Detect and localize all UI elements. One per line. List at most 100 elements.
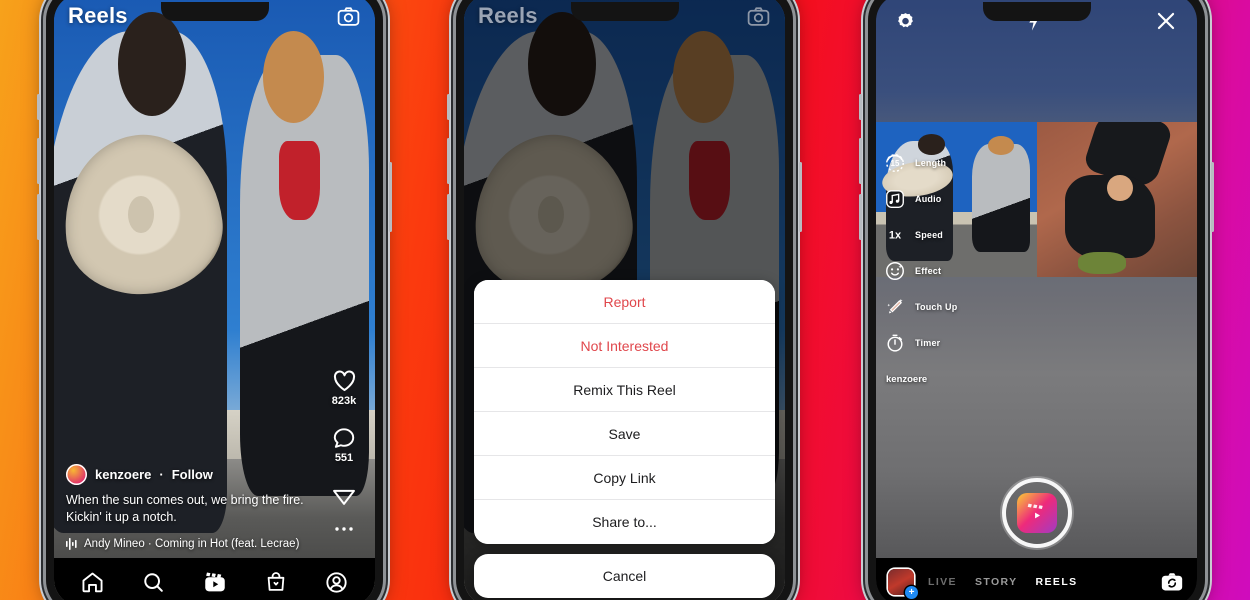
- volume-up-button[interactable]: [447, 138, 450, 184]
- like-button[interactable]: 823k: [331, 367, 358, 407]
- photo-person-right-head: [988, 135, 1015, 155]
- volume-down-button[interactable]: [37, 194, 40, 240]
- tool-length-label: Length: [915, 158, 947, 168]
- action-share-to[interactable]: Share to...: [474, 500, 775, 544]
- photo-foliage: [1078, 252, 1127, 274]
- camera-icon[interactable]: [746, 4, 771, 29]
- volume-down-button[interactable]: [859, 194, 862, 240]
- separator: ·: [159, 467, 164, 483]
- photo-person-right: [972, 143, 1031, 253]
- volume-up-button[interactable]: [37, 138, 40, 184]
- camera-mode-bar: + LIVE STORY REELS: [876, 558, 1197, 600]
- sidebar-item-home[interactable]: [80, 570, 105, 595]
- author-row[interactable]: kenzoere · Follow: [66, 464, 311, 486]
- reels-video[interactable]: Reels 823k 551 kenzoere · Follow When th…: [54, 0, 375, 600]
- gallery-picker-button[interactable]: +: [888, 569, 918, 599]
- record-button[interactable]: [1001, 478, 1072, 548]
- cancel-button[interactable]: Cancel: [474, 554, 775, 598]
- tool-speed-label: Speed: [915, 230, 944, 240]
- notch: [160, 2, 269, 21]
- flip-camera-icon[interactable]: [1159, 569, 1185, 595]
- more-options-button[interactable]: [333, 524, 355, 534]
- photo-face: [1107, 174, 1133, 202]
- action-report[interactable]: Report: [474, 280, 775, 324]
- phone-1-screen: Reels 823k 551 kenzoere · Follow When th…: [54, 0, 375, 600]
- length-dial-icon: 15: [884, 152, 906, 174]
- phone-1-reels-feed: Reels 823k 551 kenzoere · Follow When th…: [37, 0, 392, 600]
- ellipsis-icon: [333, 524, 355, 534]
- photo-sneaker-pivot: [127, 195, 154, 233]
- tool-touch-up-label: Touch Up: [915, 302, 958, 312]
- reel-meta: kenzoere · Follow When the sun comes out…: [54, 464, 323, 550]
- gallery-add-badge: +: [905, 586, 918, 599]
- action-remix-this-reel[interactable]: Remix This Reel: [474, 368, 775, 412]
- comment-icon: [331, 425, 357, 451]
- action-copy-link[interactable]: Copy Link: [474, 456, 775, 500]
- tool-timer[interactable]: Timer: [884, 332, 957, 354]
- caption-line-1: When the sun comes out, we bring the fir…: [66, 493, 304, 508]
- heart-icon: [331, 367, 358, 394]
- mute-switch[interactable]: [447, 94, 450, 120]
- mode-reels[interactable]: REELS: [1036, 576, 1078, 588]
- phone-2-action-sheet: Reels Report Not Interested Remix This R…: [447, 0, 802, 600]
- action-save[interactable]: Save: [474, 412, 775, 456]
- notch: [570, 2, 679, 21]
- power-button[interactable]: [389, 162, 392, 232]
- audio-wave-icon: [66, 538, 77, 550]
- close-icon[interactable]: [1153, 8, 1179, 34]
- timer-icon: [884, 332, 906, 354]
- speed-icon: 1x: [884, 224, 906, 246]
- share-button[interactable]: [331, 482, 357, 508]
- svg-text:1x: 1x: [889, 230, 902, 242]
- power-button[interactable]: [799, 162, 802, 232]
- follow-button[interactable]: Follow: [172, 467, 213, 482]
- tool-effect-label: Effect: [915, 266, 942, 276]
- gear-icon[interactable]: [894, 10, 917, 33]
- tool-audio[interactable]: Audio: [884, 188, 957, 210]
- page-title: Reels: [478, 3, 538, 28]
- caption-line-2: Kickin' it up a notch.: [66, 510, 177, 525]
- audio-track-row[interactable]: Andy Mineo · Coming in Hot (feat. Lecrae…: [66, 538, 311, 550]
- reels-video-dimmed: Reels Report Not Interested Remix This R…: [464, 0, 785, 600]
- touch-up-wand-icon: [884, 296, 906, 318]
- tool-effect[interactable]: Effect: [884, 260, 957, 282]
- volume-down-button[interactable]: [447, 194, 450, 240]
- send-icon: [331, 482, 357, 508]
- camera-icon[interactable]: [336, 4, 361, 29]
- sidebar-item-profile[interactable]: [324, 570, 349, 595]
- page-title: Reels: [68, 3, 128, 28]
- sidebar-item-search[interactable]: [141, 570, 166, 595]
- username[interactable]: kenzoere: [95, 467, 151, 482]
- mute-switch[interactable]: [859, 94, 862, 120]
- action-not-interested[interactable]: Not Interested: [474, 324, 775, 368]
- mode-story[interactable]: STORY: [975, 576, 1018, 588]
- clip-preview-2[interactable]: [1036, 122, 1197, 277]
- photo-person-right-head: [262, 30, 324, 123]
- phone-2-screen: Reels Report Not Interested Remix This R…: [464, 0, 785, 600]
- audio-track-label: Andy Mineo · Coming in Hot (feat. Lecrae…: [84, 538, 300, 550]
- scene-root: Reels 823k 551 kenzoere · Follow When th…: [0, 0, 1250, 600]
- phone-3-screen: x: [876, 0, 1197, 600]
- sidebar-item-reels[interactable]: [202, 569, 228, 595]
- comment-count: 551: [334, 452, 354, 464]
- tool-touch-up[interactable]: Touch Up: [884, 296, 957, 318]
- svg-text:15: 15: [891, 159, 900, 168]
- tool-length[interactable]: 15 Length: [884, 152, 957, 174]
- mode-live[interactable]: LIVE: [928, 576, 957, 588]
- sidebar-item-shop[interactable]: [264, 570, 288, 594]
- power-button[interactable]: [1211, 162, 1214, 232]
- effect-sparkle-icon: [884, 260, 906, 282]
- comment-button[interactable]: 551: [331, 425, 357, 464]
- phone-3-reels-camera: x: [859, 0, 1214, 600]
- camera-viewfinder[interactable]: x: [876, 0, 1197, 600]
- tool-audio-label: Audio: [915, 194, 942, 204]
- tool-speed[interactable]: 1x Speed: [884, 224, 957, 246]
- action-sheet: Report Not Interested Remix This Reel Sa…: [474, 280, 775, 598]
- tool-timer-label: Timer: [915, 338, 941, 348]
- camera-tool-rail: 15 Length Audio 1x Speed Effect Touch Up…: [884, 152, 957, 354]
- camera-handle-label: kenzoere: [886, 374, 928, 385]
- avatar[interactable]: [66, 464, 87, 486]
- photo-red-shirt: [278, 140, 321, 221]
- mute-switch[interactable]: [37, 94, 40, 120]
- volume-up-button[interactable]: [859, 138, 862, 184]
